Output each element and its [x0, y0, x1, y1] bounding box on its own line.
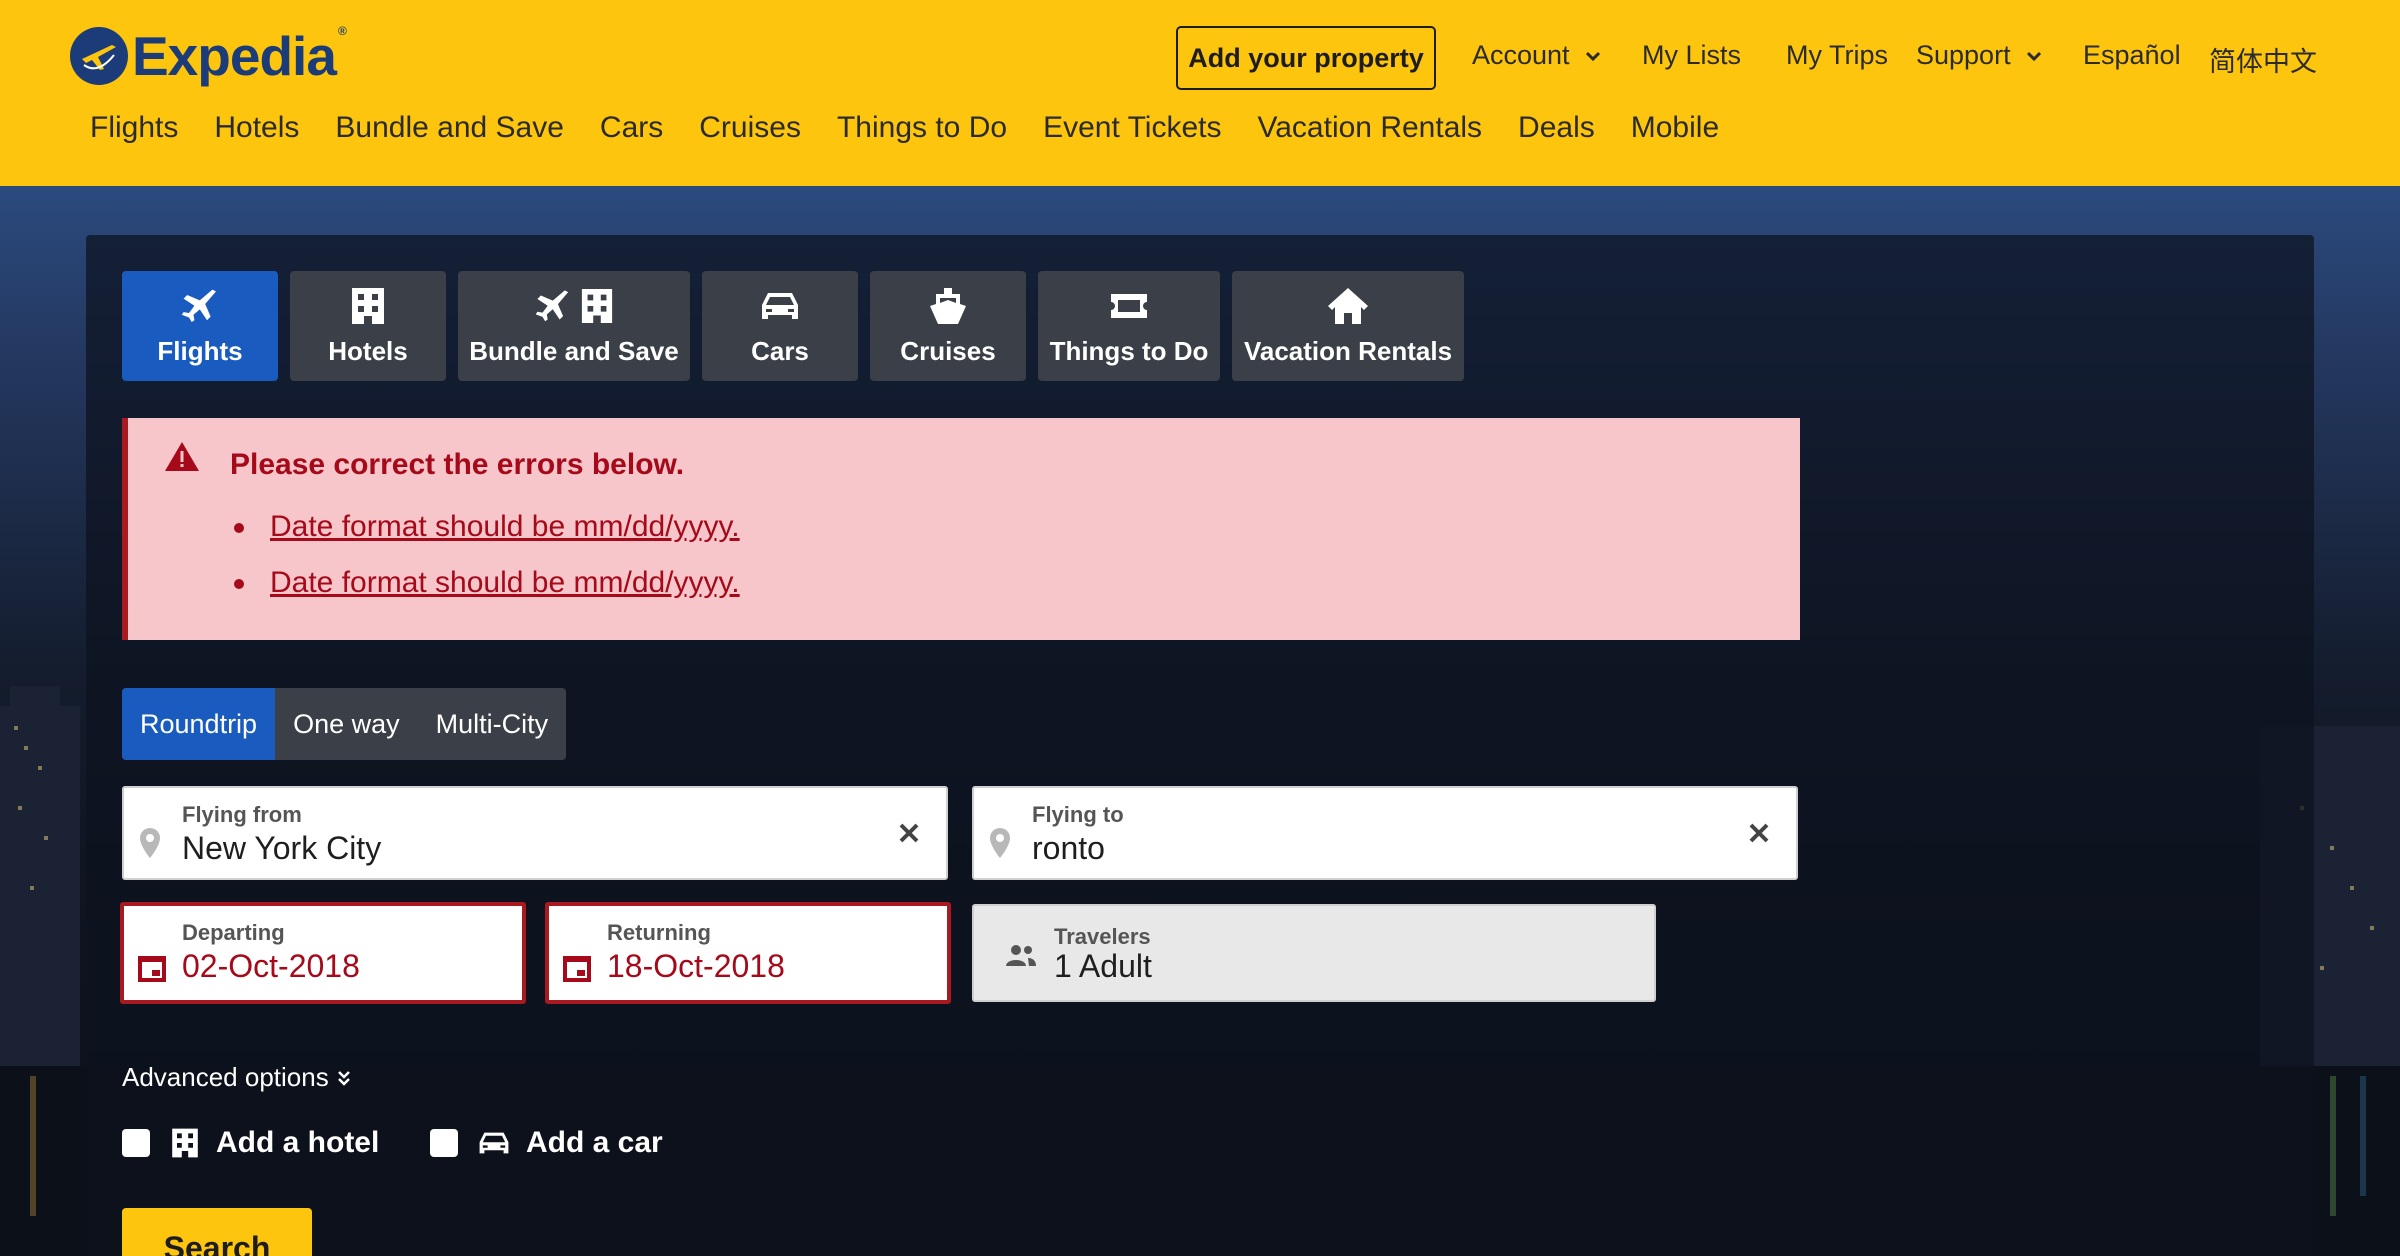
nav-flights[interactable]: Flights — [90, 111, 178, 145]
tab-cruises-label: Cruises — [900, 336, 996, 366]
car-icon — [479, 1132, 509, 1154]
error-list: Date format should be mm/dd/yyyy. Date f… — [230, 510, 740, 622]
departing-date-field[interactable]: Departing 02-Oct-2018 — [120, 902, 526, 1004]
tab-vacation-rentals-label: Vacation Rentals — [1243, 336, 1453, 366]
my-trips-link[interactable]: My Trips — [1786, 40, 1888, 71]
nav-cars[interactable]: Cars — [600, 111, 663, 145]
flying-to-field[interactable]: Flying to ronto — [972, 786, 1798, 880]
chinese-link[interactable]: 简体中文 — [2209, 40, 2317, 79]
building-icon — [352, 288, 384, 324]
departing-value: 02-Oct-2018 — [182, 948, 360, 984]
add-car-label: Add a car — [526, 1126, 663, 1159]
travelers-label: Travelers — [1054, 924, 1151, 949]
error-link-departing[interactable]: Date format should be mm/dd/yyyy. — [230, 510, 740, 544]
support-menu[interactable]: Support — [1916, 40, 2041, 71]
nav-bundle-and-save[interactable]: Bundle and Save — [335, 111, 564, 145]
advanced-options-toggle[interactable]: Advanced options — [122, 1062, 351, 1093]
nav-things-to-do[interactable]: Things to Do — [837, 111, 1007, 145]
tab-hotels[interactable]: Hotels — [290, 271, 446, 381]
add-car-checkbox[interactable] — [430, 1129, 458, 1157]
flying-from-label: Flying from — [182, 802, 302, 827]
plane-building-icon — [534, 284, 614, 328]
expedia-logo[interactable]: Expedia ® — [70, 24, 347, 88]
location-pin-icon — [140, 828, 160, 858]
returning-value: 18-Oct-2018 — [607, 948, 785, 984]
plane-icon — [181, 289, 216, 322]
trip-type-toggle: Roundtrip One way Multi-City — [122, 688, 567, 760]
nav-event-tickets[interactable]: Event Tickets — [1043, 111, 1221, 145]
tab-flights[interactable]: Flights — [122, 271, 278, 381]
car-icon — [762, 293, 798, 319]
tab-cars-label: Cars — [751, 336, 809, 366]
account-label: Account — [1472, 40, 1570, 70]
calendar-icon — [563, 956, 591, 982]
nav-cruises[interactable]: Cruises — [699, 111, 801, 145]
logo-wordmark: Expedia ® — [132, 24, 347, 87]
location-pin-icon — [990, 828, 1010, 858]
warning-icon — [165, 442, 199, 471]
ticket-icon — [1111, 294, 1147, 318]
nav-hotels[interactable]: Hotels — [214, 111, 299, 145]
logo-globe-icon — [70, 27, 128, 85]
returning-date-field[interactable]: Returning 18-Oct-2018 — [545, 902, 951, 1004]
tab-bundle-and-save-label: Bundle and Save — [469, 336, 679, 366]
ship-icon — [930, 288, 966, 324]
flying-from-field[interactable]: Flying from New York City — [122, 786, 948, 880]
tab-flights-label: Flights — [157, 336, 243, 366]
tab-cruises[interactable]: Cruises — [870, 271, 1026, 381]
espanol-link[interactable]: Español — [2083, 40, 2181, 71]
calendar-icon — [138, 956, 166, 982]
tab-things-to-do[interactable]: Things to Do — [1038, 271, 1220, 381]
nav-vacation-rentals[interactable]: Vacation Rentals — [1257, 111, 1482, 145]
oneway-option[interactable]: One way — [275, 688, 418, 760]
tab-bundle-and-save[interactable]: Bundle and Save — [458, 271, 690, 381]
flying-from-value: New York City — [182, 830, 382, 866]
travelers-value: 1 Adult — [1054, 948, 1152, 984]
add-hotel-option[interactable]: Add a hotel — [122, 1126, 379, 1160]
add-car-option[interactable]: Add a car — [430, 1126, 663, 1160]
my-lists-link[interactable]: My Lists — [1642, 40, 1741, 71]
advanced-options-label: Advanced options — [122, 1062, 329, 1092]
returning-label: Returning — [607, 920, 711, 945]
roundtrip-option[interactable]: Roundtrip — [122, 688, 276, 760]
add-hotel-label: Add a hotel — [216, 1126, 380, 1159]
search-button[interactable]: Search — [122, 1208, 312, 1256]
error-title: Please correct the errors below. — [230, 448, 685, 481]
clear-icon[interactable] — [1748, 822, 1770, 844]
chevron-down-icon — [2026, 51, 2041, 61]
travelers-icon — [1006, 945, 1036, 966]
error-link-returning[interactable]: Date format should be mm/dd/yyyy. — [230, 566, 740, 600]
error-summary: Please correct the errors below. Date fo… — [122, 418, 1800, 640]
tab-hotels-label: Hotels — [328, 336, 408, 366]
departing-label: Departing — [182, 920, 285, 945]
chevron-down-icon — [1585, 51, 1600, 61]
nav-mobile[interactable]: Mobile — [1631, 111, 1719, 145]
building-icon — [172, 1128, 198, 1158]
tab-cars[interactable]: Cars — [702, 271, 858, 381]
nav-deals[interactable]: Deals — [1518, 111, 1595, 145]
double-chevron-down-icon — [337, 1070, 350, 1086]
tab-vacation-rentals[interactable]: Vacation Rentals — [1232, 271, 1464, 381]
travelers-field[interactable]: Travelers 1 Adult — [972, 904, 1656, 1002]
account-menu[interactable]: Account — [1472, 40, 1600, 71]
flying-to-label: Flying to — [1032, 802, 1124, 827]
add-hotel-checkbox[interactable] — [122, 1129, 150, 1157]
main-nav: Flights Hotels Bundle and Save Cars Crui… — [90, 111, 1719, 145]
support-label: Support — [1916, 40, 2011, 70]
multicity-option[interactable]: Multi-City — [418, 688, 567, 760]
clear-icon[interactable] — [898, 822, 920, 844]
site-header: Expedia ® Add your property Account My Li… — [0, 0, 2400, 186]
house-icon — [1328, 288, 1368, 324]
tab-things-to-do-label: Things to Do — [1049, 336, 1209, 366]
flying-to-value: ronto — [1032, 830, 1105, 866]
add-property-button[interactable]: Add your property — [1176, 26, 1436, 90]
